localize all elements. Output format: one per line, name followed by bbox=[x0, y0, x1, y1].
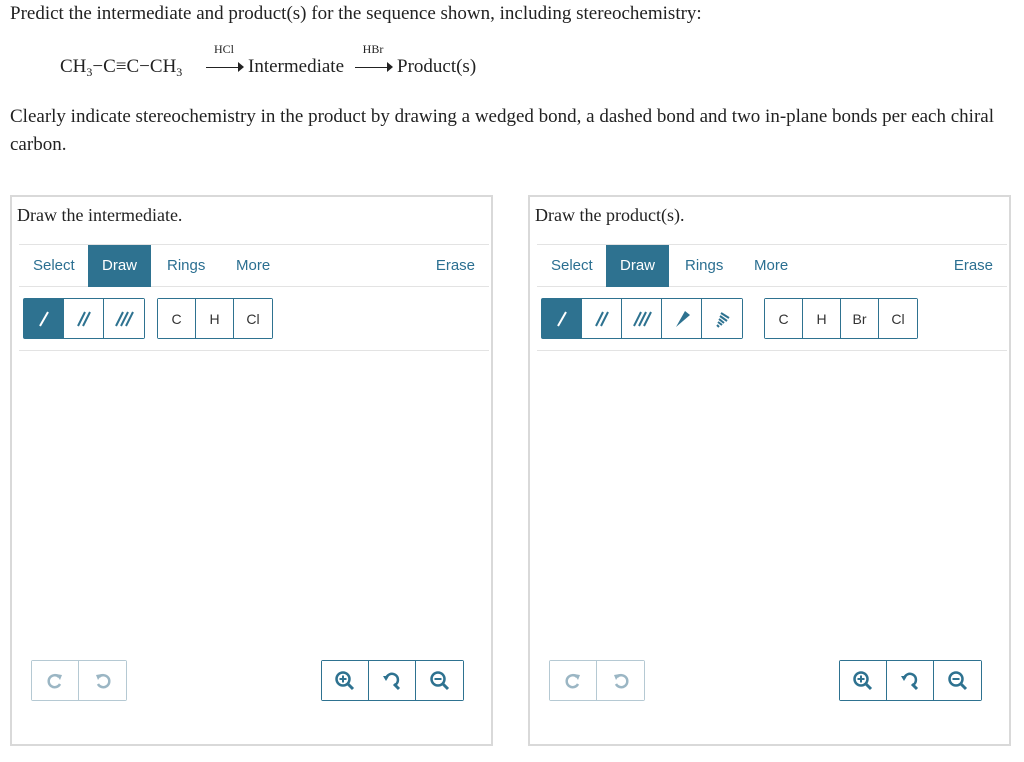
zoom-out-icon[interactable] bbox=[934, 661, 981, 700]
redo-icon[interactable] bbox=[79, 661, 126, 700]
history-group bbox=[31, 660, 127, 701]
triple-bond-icon[interactable] bbox=[622, 299, 662, 338]
draw-subtools: C H Br Cl bbox=[537, 287, 1007, 351]
intermediate-panel: Draw the intermediate. Select Draw Rings… bbox=[10, 195, 493, 746]
atom-cl-button[interactable]: Cl bbox=[234, 299, 272, 338]
tab-rings[interactable]: Rings bbox=[671, 245, 737, 287]
reagent-1: HCl bbox=[213, 42, 234, 56]
atom-c-button[interactable]: C bbox=[158, 299, 196, 338]
erase-button[interactable]: Erase bbox=[940, 245, 1007, 287]
history-group bbox=[549, 660, 645, 701]
tab-more[interactable]: More bbox=[222, 245, 284, 287]
editor-toolbar: Select Draw Rings More Erase bbox=[19, 244, 489, 287]
triple-bond-icon[interactable] bbox=[104, 299, 144, 338]
double-bond-icon[interactable] bbox=[64, 299, 104, 338]
panel-title: Draw the intermediate. bbox=[17, 205, 183, 225]
question-text: Predict the intermediate and product(s) … bbox=[10, 3, 702, 24]
atom-tool-group: C H Cl bbox=[157, 298, 273, 339]
erase-button[interactable]: Erase bbox=[422, 245, 489, 287]
zoom-out-icon[interactable] bbox=[416, 661, 463, 700]
reaction-scheme: CH3−C≡C−CH3 HCl Intermediate HBr Product… bbox=[60, 38, 540, 88]
wedge-bond-icon[interactable] bbox=[662, 299, 702, 338]
tab-draw[interactable]: Draw bbox=[606, 245, 670, 287]
instruction-text: Clearly indicate stereochemistry in the … bbox=[10, 106, 994, 155]
reset-zoom-icon[interactable] bbox=[887, 661, 934, 700]
tab-select[interactable]: Select bbox=[537, 245, 607, 287]
bond-tool-group bbox=[541, 298, 743, 339]
product-panel: Draw the product(s). Select Draw Rings M… bbox=[528, 195, 1011, 746]
product-label: Product(s) bbox=[397, 56, 477, 77]
single-bond-icon[interactable] bbox=[542, 299, 582, 338]
double-bond-icon[interactable] bbox=[582, 299, 622, 338]
dash-bond-icon[interactable] bbox=[702, 299, 742, 338]
zoom-in-icon[interactable] bbox=[840, 661, 887, 700]
tab-draw[interactable]: Draw bbox=[88, 245, 152, 287]
reagent-2: HBr bbox=[362, 42, 384, 56]
draw-subtools: C H Cl bbox=[19, 287, 489, 351]
atom-c-button[interactable]: C bbox=[765, 299, 803, 338]
reactant: CH3−C≡C−CH3 bbox=[60, 56, 183, 79]
atom-h-button[interactable]: H bbox=[803, 299, 841, 338]
atom-tool-group: C H Br Cl bbox=[764, 298, 918, 339]
intermediate-label: Intermediate bbox=[248, 56, 345, 77]
undo-icon[interactable] bbox=[550, 661, 597, 700]
editor-toolbar: Select Draw Rings More Erase bbox=[537, 244, 1007, 287]
tab-rings[interactable]: Rings bbox=[153, 245, 219, 287]
reset-zoom-icon[interactable] bbox=[369, 661, 416, 700]
atom-cl-button[interactable]: Cl bbox=[879, 299, 917, 338]
undo-icon[interactable] bbox=[32, 661, 79, 700]
panel-title: Draw the product(s). bbox=[535, 205, 685, 225]
zoom-in-icon[interactable] bbox=[322, 661, 369, 700]
atom-h-button[interactable]: H bbox=[196, 299, 234, 338]
zoom-group bbox=[321, 660, 464, 701]
tab-more[interactable]: More bbox=[740, 245, 802, 287]
atom-br-button[interactable]: Br bbox=[841, 299, 879, 338]
tab-select[interactable]: Select bbox=[19, 245, 89, 287]
zoom-group bbox=[839, 660, 982, 701]
single-bond-icon[interactable] bbox=[24, 299, 64, 338]
bond-tool-group bbox=[23, 298, 145, 339]
redo-icon[interactable] bbox=[597, 661, 644, 700]
